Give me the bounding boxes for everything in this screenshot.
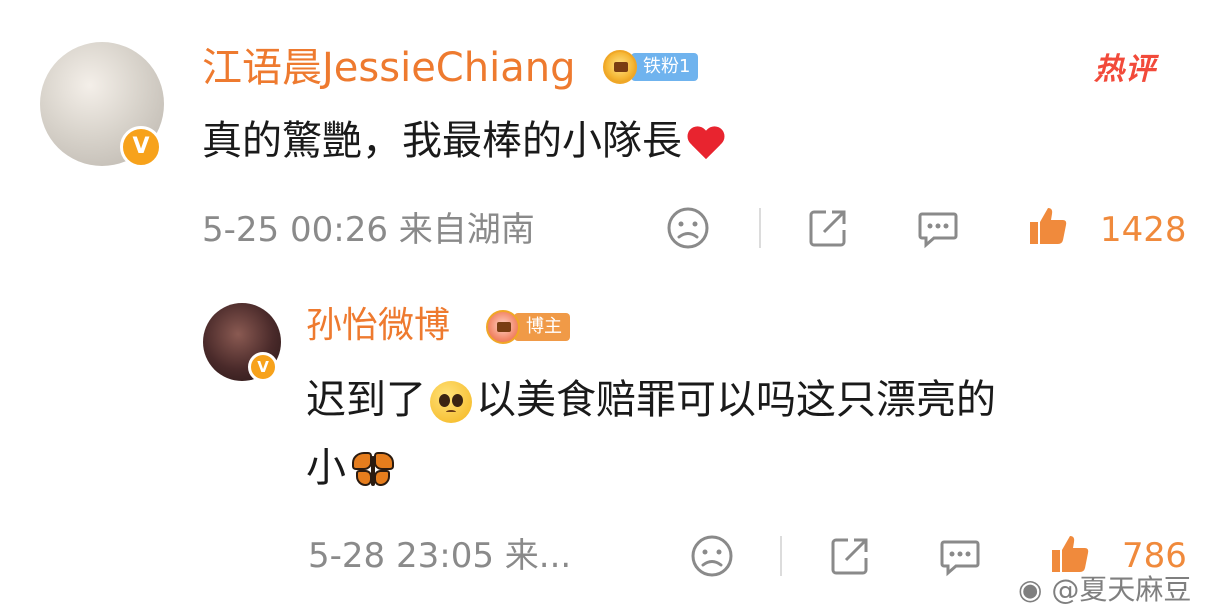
reply-text-end: 小 <box>306 445 346 491</box>
crown-badge-icon <box>486 310 520 344</box>
fan-level-badge[interactable]: 铁粉1 <box>603 50 699 84</box>
reply-location: 来... <box>504 536 572 576</box>
hot-comment-tag: 热评 <box>1094 52 1156 87</box>
share-icon[interactable] <box>806 206 850 250</box>
fan-badge-label: 铁粉1 <box>631 53 699 81</box>
heart-emoji <box>686 125 726 161</box>
weibo-logo-icon: ◉ <box>1018 573 1043 606</box>
reply-text-rest: 以美食赔罪可以吗这只漂亮的 <box>476 377 996 423</box>
blogger-badge[interactable]: 博主 <box>486 310 570 344</box>
reply-author-name[interactable]: 孙怡微博 <box>306 303 450 349</box>
reply-text-start: 迟到了 <box>306 377 426 423</box>
comment-icon[interactable] <box>916 206 960 250</box>
comment-icon[interactable] <box>938 534 982 578</box>
action-divider <box>780 536 782 576</box>
blogger-badge-label: 博主 <box>514 313 570 341</box>
watermark-text: @夏天麻豆 <box>1051 573 1192 606</box>
action-divider <box>759 208 761 248</box>
butterfly-emoji <box>350 450 396 490</box>
dislike-face-icon[interactable] <box>666 206 710 250</box>
watermark: ◉ @夏天麻豆 <box>1018 568 1191 608</box>
comment-timestamp: 5-25 00:26 <box>202 210 388 250</box>
comment-text: 真的驚艷，我最棒的小隊長 <box>202 114 726 168</box>
reply-meta: 5-28 23:05 来... <box>308 532 571 580</box>
verified-v-icon: V <box>248 352 278 382</box>
comment-text-content: 真的驚艷，我最棒的小隊長 <box>202 118 682 164</box>
reply-text-line-2: 小 <box>306 440 396 496</box>
like-count: 1428 <box>1100 210 1187 250</box>
reply-text-line-1: 迟到了 以美食赔罪可以吗这只漂亮的 <box>306 372 996 428</box>
comment-location: 来自湖南 <box>398 210 535 250</box>
thumbs-up-icon[interactable] <box>1026 204 1070 248</box>
pleading-face-emoji <box>430 381 472 423</box>
comment-meta: 5-25 00:26 来自湖南 <box>202 206 535 254</box>
reply-timestamp: 5-28 23:05 <box>308 536 494 576</box>
crown-badge-icon <box>603 50 637 84</box>
share-icon[interactable] <box>828 534 872 578</box>
comment-author-name[interactable]: 江语晨JessieChiang <box>202 44 575 92</box>
dislike-face-icon[interactable] <box>690 534 734 578</box>
verified-v-icon: V <box>120 126 162 168</box>
